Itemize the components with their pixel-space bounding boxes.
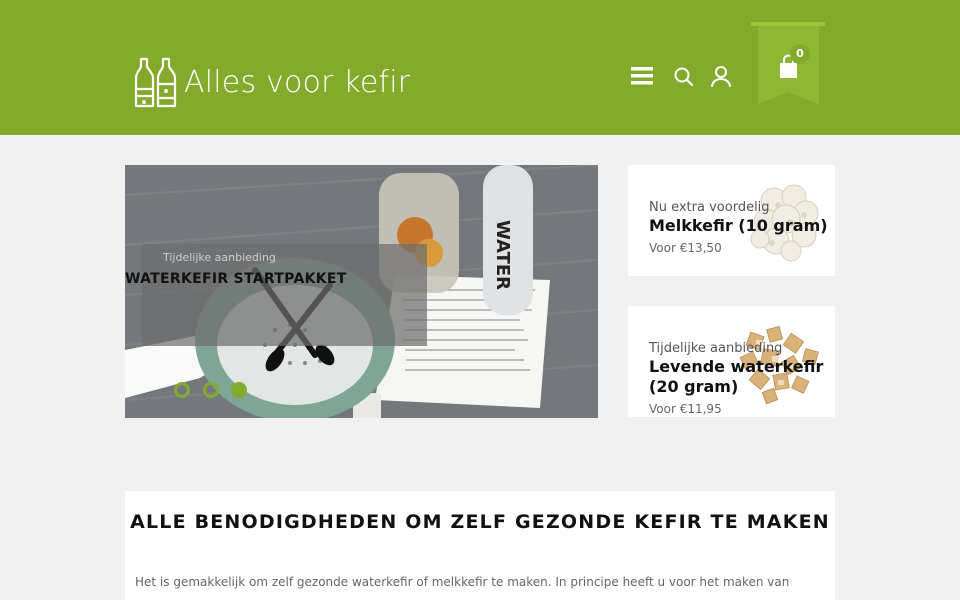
slider-dot-3[interactable] — [231, 382, 247, 398]
slide-kicker: Tijdelijke aanbieding — [163, 251, 276, 264]
intro-section: ALLE BENODIGDHEDEN OM ZELF GEZONDE KEFIR… — [125, 491, 835, 600]
bottles-icon — [134, 57, 177, 107]
cart-count-badge: 0 — [790, 44, 810, 64]
promo-price: Voor €13,50 — [649, 241, 722, 255]
logo[interactable]: Alles voor kefir — [134, 55, 410, 110]
promo-kicker: Tijdelijke aanbieding — [649, 341, 783, 356]
logo-text: Alles voor kefir — [184, 65, 411, 100]
promo-title-line1: Levende waterkefir — [649, 357, 824, 376]
promo-title: Melkkefir (10 gram) — [649, 216, 828, 235]
slide-title[interactable]: WATERKEFIR STARTPAKKET — [125, 271, 347, 287]
promo-price: Voor €11,95 — [649, 402, 722, 416]
svg-text:WATER: WATER — [492, 220, 513, 290]
user-account-icon[interactable] — [709, 64, 733, 88]
promo-card-waterkefir[interactable]: Tijdelijke aanbieding Levende waterkefir… — [628, 306, 835, 417]
slider-dot-1[interactable] — [174, 382, 190, 398]
promo-title-line2: (20 gram) — [649, 377, 739, 396]
site-header: Alles voor kefir 0 — [0, 0, 960, 135]
search-icon[interactable] — [672, 64, 696, 88]
intro-paragraph: Het is gemakkelijk om zelf gezonde water… — [135, 575, 790, 589]
hamburger-menu-icon[interactable] — [630, 64, 654, 88]
slider-dot-2[interactable] — [203, 382, 219, 398]
promo-card-melkkefir[interactable]: Nu extra voordelig Melkkefir (10 gram) V… — [628, 165, 835, 276]
section-title: ALLE BENODIGDHEDEN OM ZELF GEZONDE KEFIR… — [130, 511, 830, 533]
promo-kicker: Nu extra voordelig — [649, 200, 770, 215]
shopping-cart-button[interactable] — [751, 22, 825, 104]
